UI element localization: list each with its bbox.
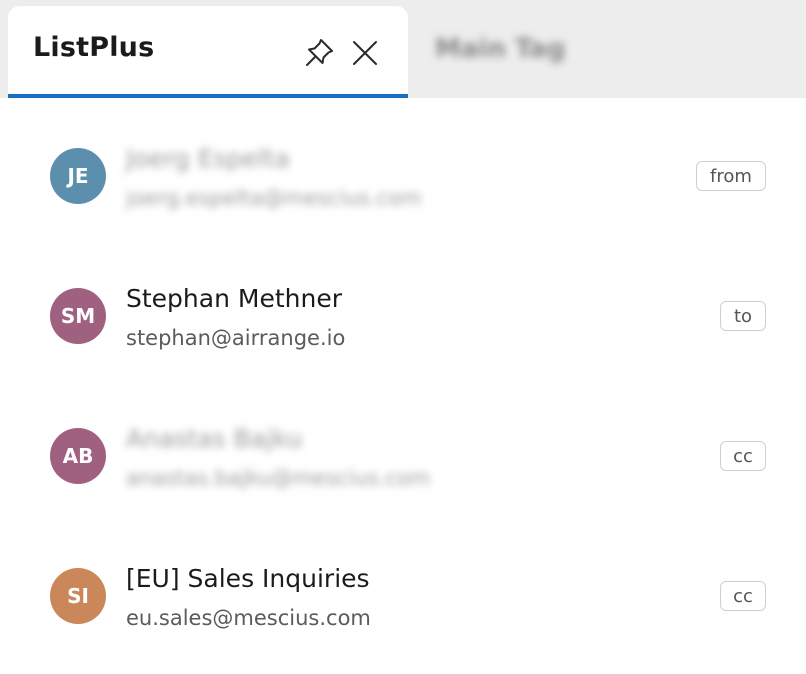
recipient-name: Anastas Bajku [126,424,303,453]
avatar: SI [50,568,106,624]
close-button[interactable] [346,34,384,72]
recipient-name: Joerg Espelta [126,144,290,173]
role-badge: from [696,161,766,191]
role-badge: to [720,301,766,331]
tab-inactive[interactable]: Main Tag [435,34,565,64]
list-item[interactable]: JE Joerg Espelta joerg.espelta@mescius.c… [0,98,806,238]
pin-icon [300,34,338,72]
avatar: JE [50,148,106,204]
tab-bar: ListPlus Main Tag [0,0,806,98]
list-item[interactable]: SM Stephan Methner stephan@airrange.io t… [0,238,806,378]
role-badge: cc [720,441,766,471]
avatar: SM [50,288,106,344]
recipient-email: stephan@airrange.io [126,326,346,350]
recipient-name: [EU] Sales Inquiries [126,564,370,593]
close-icon [346,34,384,72]
recipient-email: anastas.bajku@mescius.com [126,466,431,490]
recipient-name: Stephan Methner [126,284,342,313]
recipient-email: eu.sales@mescius.com [126,606,371,630]
pin-button[interactable] [300,34,338,72]
role-badge: cc [720,581,766,611]
avatar: AB [50,428,106,484]
list-item[interactable]: AB Anastas Bajku anastas.bajku@mescius.c… [0,378,806,518]
recipient-email: joerg.espelta@mescius.com [126,186,422,210]
list-item[interactable]: SI [EU] Sales Inquiries eu.sales@mescius… [0,518,806,658]
tab-title: ListPlus [33,32,155,63]
